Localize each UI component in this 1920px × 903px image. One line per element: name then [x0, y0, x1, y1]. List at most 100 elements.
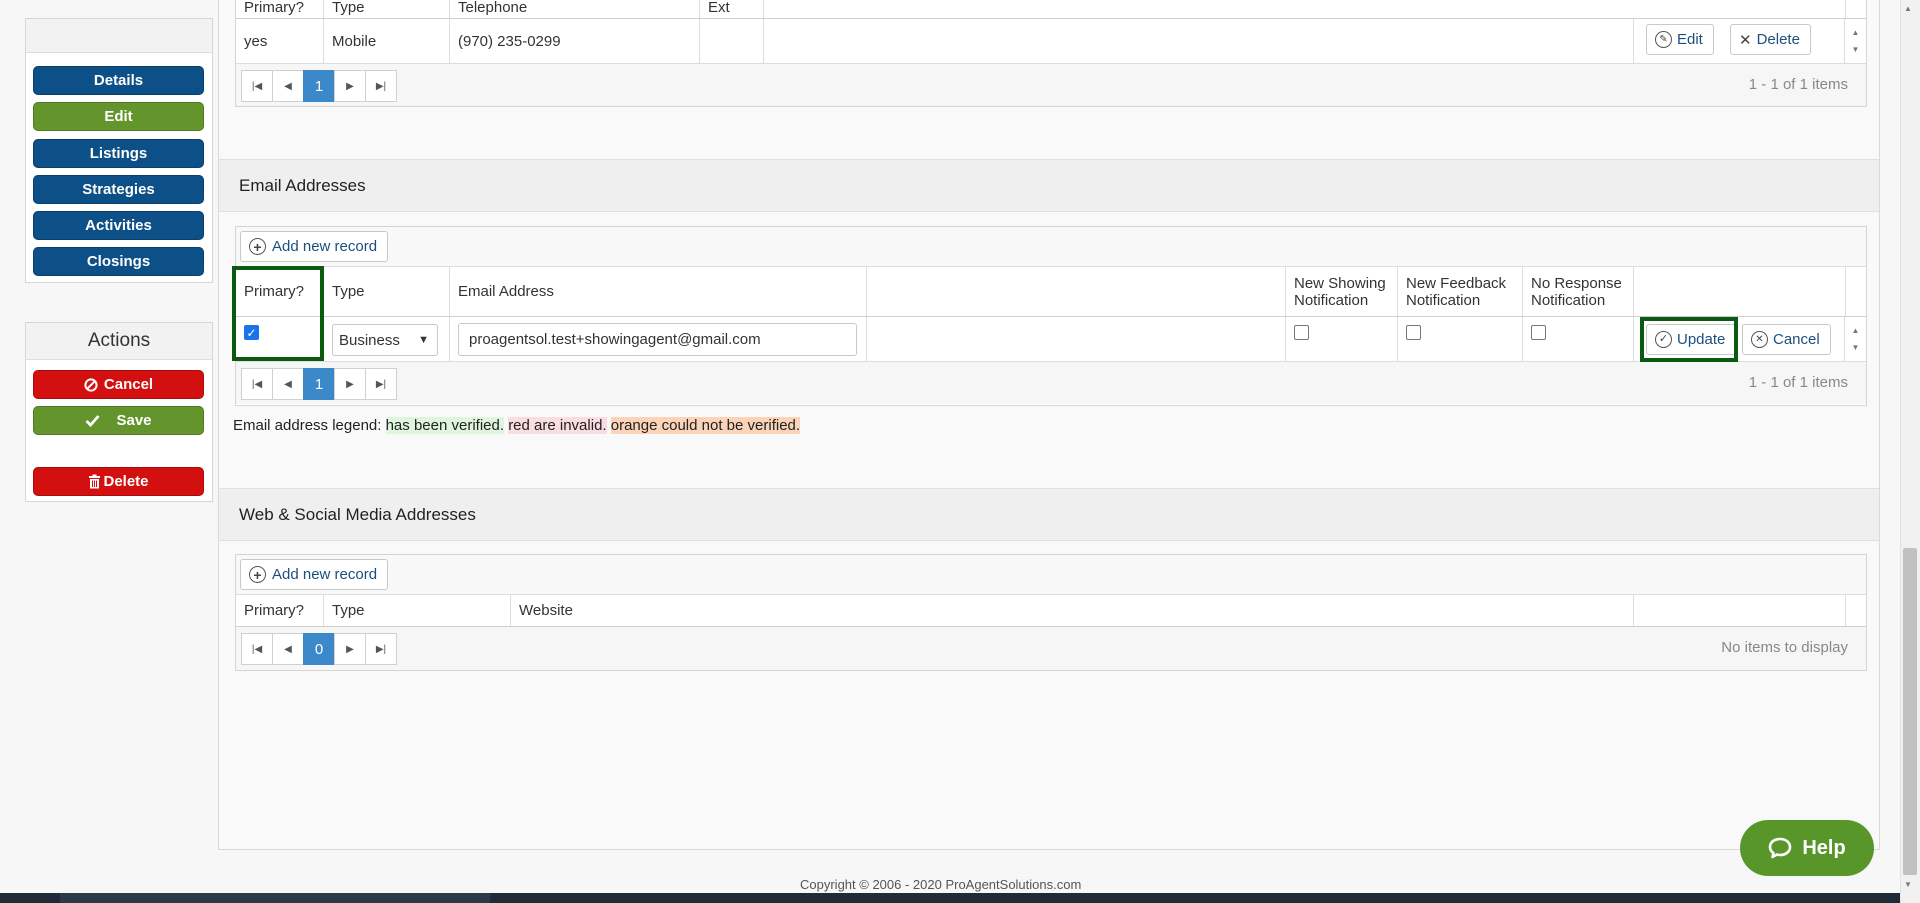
- help-button[interactable]: Help: [1740, 820, 1874, 876]
- page-number-button[interactable]: 1: [303, 70, 335, 102]
- phones-grid: Primary? Type Telephone Ext yes Mobile (…: [235, 0, 1867, 107]
- web-grid: + Add new record Primary? Type Website |…: [235, 554, 1867, 671]
- phone-edit-label: Edit: [1677, 31, 1703, 48]
- email-address-input[interactable]: proagentsol.test+showingagent@gmail.com: [458, 323, 857, 356]
- email-add-record-label: Add new record: [272, 238, 378, 255]
- legend-invalid: red are invalid.: [508, 417, 607, 434]
- phones-row-scroll[interactable]: ▲ ▼: [1844, 19, 1866, 63]
- phones-col-primary[interactable]: Primary?: [236, 0, 324, 18]
- email-type-select[interactable]: Business ▼: [332, 324, 438, 356]
- scroll-up-icon: ▲: [1851, 28, 1860, 37]
- scroll-down-icon: ▼: [1851, 343, 1860, 352]
- email-pager-info: 1 - 1 of 1 items: [1748, 374, 1848, 391]
- email-cancel-button[interactable]: ✕ Cancel: [1742, 324, 1831, 355]
- save-button[interactable]: Save: [33, 406, 204, 435]
- os-taskbar: [0, 893, 1900, 903]
- first-page-icon[interactable]: |◀: [241, 368, 273, 400]
- last-page-icon[interactable]: ▶|: [365, 70, 397, 102]
- last-page-icon[interactable]: ▶|: [365, 633, 397, 665]
- phone-delete-button[interactable]: ✕ Delete: [1730, 24, 1811, 55]
- chat-bubble-icon: [1768, 837, 1792, 859]
- web-col-website[interactable]: Website: [511, 595, 1634, 626]
- phone-delete-label: Delete: [1756, 31, 1800, 48]
- cancel-button[interactable]: Cancel: [33, 370, 204, 399]
- close-icon: ✕: [1739, 31, 1752, 49]
- page-scrollbar-thumb[interactable]: [1903, 548, 1917, 875]
- prev-page-icon[interactable]: ◀: [272, 368, 304, 400]
- phone-primary-cell: yes: [236, 19, 324, 63]
- scroll-up-icon[interactable]: ▲: [1904, 4, 1912, 13]
- col-feedback-line1: New Feedback: [1406, 274, 1507, 292]
- plus-circle-icon: +: [249, 566, 266, 583]
- trash-icon: [88, 474, 101, 489]
- web-col-type[interactable]: Type: [324, 595, 511, 626]
- cancel-circle-icon: ✕: [1751, 331, 1768, 348]
- new-feedback-checkbox[interactable]: [1406, 325, 1421, 340]
- nav-activities-button[interactable]: Activities: [33, 211, 204, 240]
- col-feedback-line2: Notification: [1406, 291, 1481, 309]
- email-row-scroll[interactable]: ▲ ▼: [1844, 317, 1866, 361]
- web-add-record-label: Add new record: [272, 566, 378, 583]
- first-page-icon[interactable]: |◀: [241, 70, 273, 102]
- caret-down-icon: ▼: [418, 334, 429, 346]
- email-section-title: Email Addresses: [219, 159, 1879, 212]
- email-pager: |◀ ◀ 1 ▶ ▶| 1 - 1 of 1 items: [236, 362, 1866, 404]
- phones-col-type[interactable]: Type: [324, 0, 450, 18]
- phones-col-telephone[interactable]: Telephone: [450, 0, 700, 18]
- copyright-footer: Copyright © 2006 - 2020 ProAgentSolution…: [800, 877, 1082, 892]
- next-page-icon[interactable]: ▶: [334, 633, 366, 665]
- email-type-cell: Business ▼: [324, 317, 450, 361]
- email-col-new-feedback[interactable]: New Feedback Notification: [1398, 267, 1523, 316]
- email-col-blank: [867, 267, 1286, 316]
- table-row: yes Mobile (970) 235-0299 ✎ Edit ✕ Delet…: [236, 19, 1866, 64]
- nav-details-button[interactable]: Details: [33, 66, 204, 95]
- email-noresp-cell: [1523, 317, 1634, 361]
- web-pager: |◀ ◀ 0 ▶ ▶| No items to display: [236, 627, 1866, 670]
- scroll-down-icon: ▼: [1851, 45, 1860, 54]
- actions-title: Actions: [26, 323, 212, 360]
- phones-pager-info: 1 - 1 of 1 items: [1748, 76, 1848, 93]
- phone-edit-button[interactable]: ✎ Edit: [1646, 24, 1714, 55]
- email-toolbar: + Add new record: [236, 227, 1866, 267]
- update-button-highlight: [1640, 317, 1738, 362]
- email-col-no-response[interactable]: No Response Notification: [1523, 267, 1634, 316]
- first-page-icon[interactable]: |◀: [241, 633, 273, 665]
- email-col-address[interactable]: Email Address: [450, 267, 867, 316]
- email-cancel-label: Cancel: [1773, 331, 1820, 348]
- no-response-checkbox[interactable]: [1531, 325, 1546, 340]
- taskbar-search-area[interactable]: [60, 893, 490, 903]
- web-pager-info: No items to display: [1721, 639, 1848, 656]
- col-showing-line1: New Showing: [1294, 274, 1386, 292]
- nav-closings-button[interactable]: Closings: [33, 247, 204, 276]
- email-address-cell: proagentsol.test+showingagent@gmail.com: [450, 317, 867, 361]
- prev-page-icon[interactable]: ◀: [272, 633, 304, 665]
- nav-strategies-button[interactable]: Strategies: [33, 175, 204, 204]
- email-col-new-showing[interactable]: New Showing Notification: [1286, 267, 1398, 316]
- nav-closings-label: Closings: [86, 253, 151, 270]
- phone-ext-cell: [700, 19, 764, 63]
- nav-listings-button[interactable]: Listings: [33, 139, 204, 168]
- new-showing-checkbox[interactable]: [1294, 325, 1309, 340]
- phones-col-ext[interactable]: Ext: [700, 0, 764, 18]
- next-page-icon[interactable]: ▶: [334, 70, 366, 102]
- page-number-button[interactable]: 1: [303, 368, 335, 400]
- nav-edit-button[interactable]: Edit: [33, 102, 204, 131]
- email-type-value: Business: [339, 331, 400, 349]
- web-col-primary[interactable]: Primary?: [236, 595, 324, 626]
- next-page-icon[interactable]: ▶: [334, 368, 366, 400]
- prev-page-icon[interactable]: ◀: [272, 70, 304, 102]
- page-number-button[interactable]: 0: [303, 633, 335, 665]
- last-page-icon[interactable]: ▶|: [365, 368, 397, 400]
- pencil-icon: ✎: [1655, 31, 1672, 48]
- email-add-record-button[interactable]: + Add new record: [240, 231, 389, 262]
- ban-icon: [84, 377, 98, 392]
- delete-button[interactable]: Delete: [33, 467, 204, 496]
- email-showing-cell: [1286, 317, 1398, 361]
- scroll-down-icon[interactable]: ▼: [1904, 880, 1912, 889]
- col-noresp-line1: No Response: [1531, 274, 1622, 292]
- phone-spacer-cell: [764, 19, 1634, 63]
- checkmark-icon: [85, 414, 101, 427]
- nav-panel-header: [26, 19, 212, 53]
- web-add-record-button[interactable]: + Add new record: [240, 559, 389, 590]
- email-col-type[interactable]: Type: [324, 267, 450, 316]
